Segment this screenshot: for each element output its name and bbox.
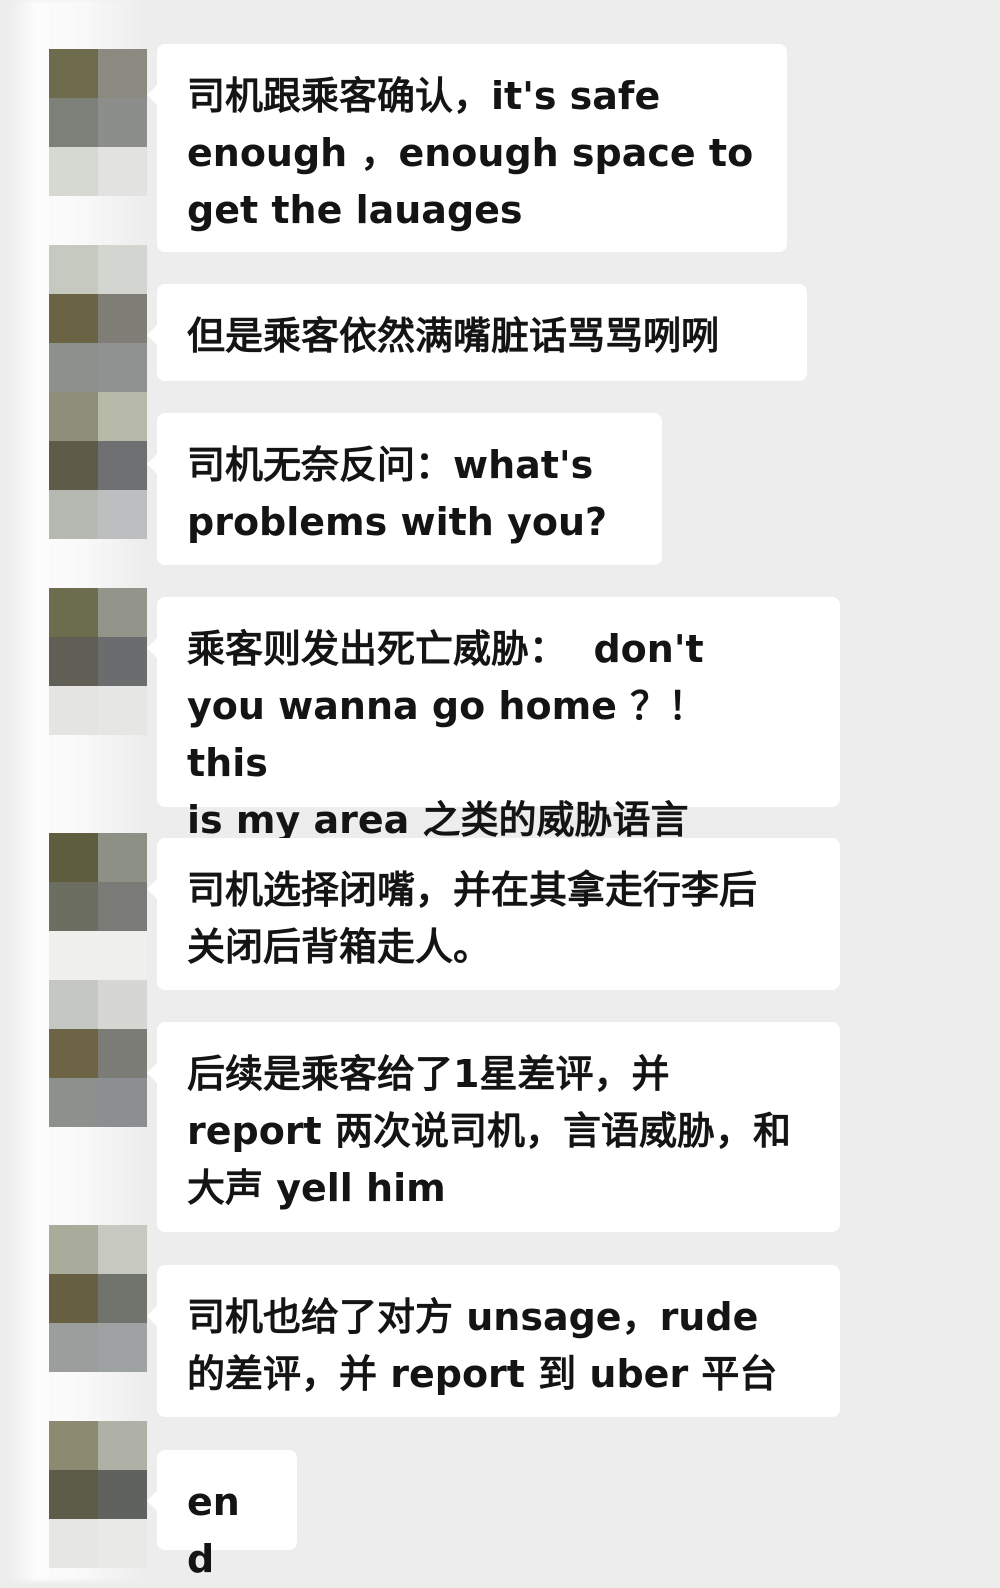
sender-avatar-icon[interactable] (49, 1421, 147, 1568)
sender-avatar-icon[interactable] (49, 588, 147, 735)
message-bubble[interactable]: 但是乘客依然满嘴脏话骂骂咧咧 (147, 284, 807, 381)
sender-avatar-icon[interactable] (49, 49, 147, 196)
message-bubble[interactable]: 司机选择闭嘴，并在其拿走行李后 关闭后背箱走人。 (147, 838, 840, 990)
sender-avatar-icon[interactable] (49, 392, 147, 539)
message-bubble[interactable]: 后续是乘客给了1星差评，并 report 两次说司机，言语威胁，和 大声 yel… (147, 1022, 840, 1232)
sender-avatar-icon[interactable] (49, 1225, 147, 1372)
sender-avatar-icon[interactable] (49, 833, 147, 980)
message-bubble[interactable]: 乘客则发出死亡威胁： don't you wanna go home ？！ th… (147, 597, 840, 842)
message-bubble[interactable]: 司机无奈反问：what's problems with you? (147, 413, 662, 565)
avatar-column (0, 0, 155, 1581)
message-bubble[interactable]: 司机也给了对方 unsage，rude 的差评，并 report 到 uber … (147, 1265, 840, 1417)
sender-avatar-icon[interactable] (49, 980, 147, 1127)
sender-avatar-icon[interactable] (49, 245, 147, 392)
message-bubble[interactable]: 司机跟乘客确认，it's safe enough ，enough space t… (147, 44, 787, 252)
message-bubble[interactable]: end (147, 1450, 297, 1581)
